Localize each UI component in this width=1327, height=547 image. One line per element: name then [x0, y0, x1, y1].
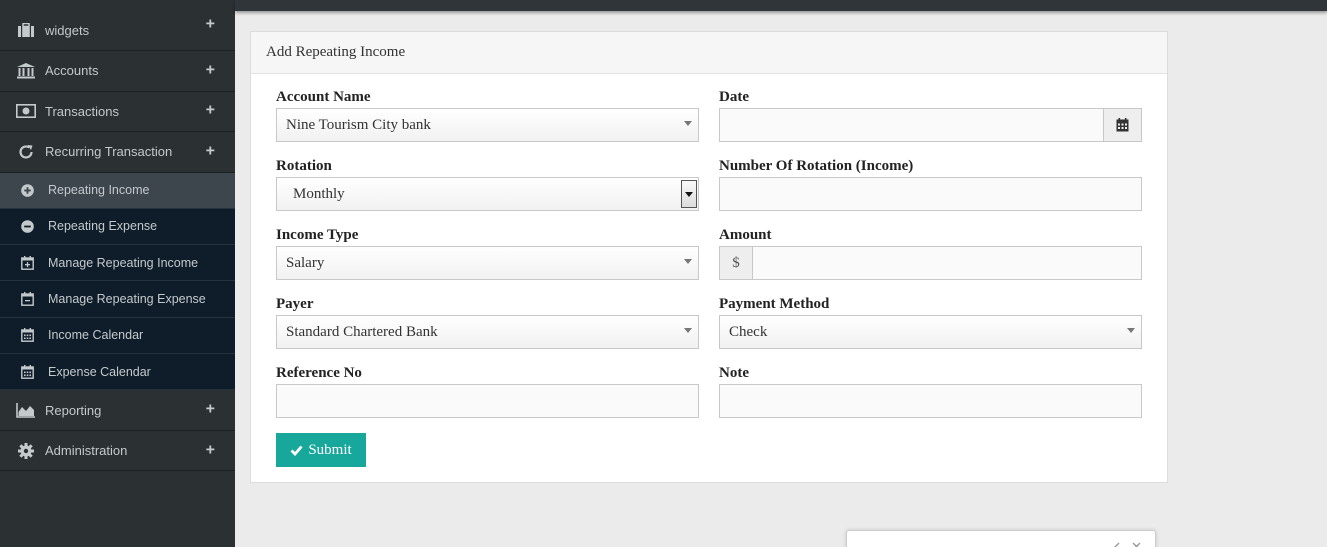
account-name-label: Account Name: [276, 89, 371, 105]
gear-icon: [15, 442, 37, 459]
money-icon: [15, 103, 37, 119]
calendar-icon: [19, 364, 35, 379]
bank-icon: [15, 62, 37, 79]
calendar-button[interactable]: [1103, 109, 1141, 141]
sidebar-item-label: Accounts: [45, 63, 99, 79]
calendar-icon: [1116, 118, 1129, 132]
payer-label: Payer: [276, 296, 314, 312]
sidebar-item-recurring-transaction[interactable]: Recurring Transaction +: [0, 132, 235, 173]
sidebar-subitem-manage-repeating-expense[interactable]: Manage Repeating Expense: [0, 281, 235, 318]
caret-down-icon: [684, 259, 692, 264]
expand-icon[interactable]: +: [206, 16, 215, 34]
add-repeating-income-panel: Add Repeating Income Account Name Nine T…: [250, 31, 1168, 483]
payer-select[interactable]: Standard Chartered Bank: [276, 315, 699, 349]
sidebar-subitem-repeating-expense[interactable]: Repeating Expense: [0, 208, 235, 246]
panel-title: Add Repeating Income: [251, 32, 1167, 74]
sidebar-subitem-income-calendar[interactable]: Income Calendar: [0, 317, 235, 354]
date-label: Date: [719, 89, 749, 105]
refresh-icon: [15, 144, 37, 160]
account-name-select[interactable]: Nine Tourism City bank: [276, 108, 699, 142]
floating-widget: [846, 530, 1156, 547]
payer-value: Standard Chartered Bank: [286, 323, 438, 340]
sidebar-subitem-label: Income Calendar: [48, 328, 144, 343]
plus-circle-icon: [19, 183, 35, 197]
note-input[interactable]: [719, 384, 1142, 418]
rotation-label: Rotation: [276, 158, 332, 174]
area-chart-icon: [15, 402, 37, 418]
payment-method-select[interactable]: Check: [719, 315, 1142, 349]
check-icon: [290, 445, 303, 456]
expand-icon[interactable]: +: [206, 142, 215, 160]
sidebar-subitem-label: Manage Repeating Expense: [48, 292, 206, 307]
calendar-icon: [19, 328, 35, 343]
amount-label: Amount: [719, 227, 772, 243]
rotation-select[interactable]: Monthly: [276, 177, 699, 211]
account-name-value: Nine Tourism City bank: [286, 116, 431, 133]
expand-icon[interactable]: +: [206, 401, 215, 419]
sidebar-subitem-label: Repeating Income: [48, 183, 150, 198]
payment-method-value: Check: [729, 323, 768, 340]
income-type-label: Income Type: [276, 227, 359, 243]
number-of-rotation-input[interactable]: [719, 177, 1142, 211]
expand-icon[interactable]: +: [206, 61, 215, 79]
income-type-value: Salary: [286, 254, 325, 271]
calendar-plus-icon: [19, 255, 35, 270]
payment-method-label: Payment Method: [719, 296, 830, 312]
amount-input[interactable]: $: [719, 246, 1142, 280]
income-type-select[interactable]: Salary: [276, 246, 699, 280]
minimize-icon[interactable]: [1111, 538, 1120, 547]
reference-no-label: Reference No: [276, 365, 362, 381]
briefcase-icon: [15, 22, 37, 38]
dropdown-button[interactable]: [681, 180, 697, 208]
sidebar-item-label: Recurring Transaction: [45, 144, 173, 160]
submit-button[interactable]: Submit: [276, 433, 366, 467]
close-icon[interactable]: [1132, 538, 1141, 547]
sidebar-subitem-label: Manage Repeating Income: [48, 255, 199, 270]
minus-circle-icon: [19, 219, 35, 233]
caret-down-icon: [684, 328, 692, 333]
caret-down-icon: [685, 191, 693, 197]
date-input[interactable]: [719, 108, 1142, 142]
expand-icon[interactable]: +: [206, 102, 215, 120]
sidebar-subitem-manage-repeating-income[interactable]: Manage Repeating Income: [0, 245, 235, 282]
note-label: Note: [719, 365, 749, 381]
sidebar-item-label: Reporting: [45, 402, 102, 418]
sidebar-item-label: Transactions: [45, 103, 119, 119]
sidebar-subitem-label: Expense Calendar: [48, 364, 151, 379]
number-of-rotation-label: Number Of Rotation (Income): [719, 158, 914, 174]
sidebar-subitem-repeating-income[interactable]: Repeating Income: [0, 172, 235, 209]
calendar-minus-icon: [19, 292, 35, 306]
caret-down-icon: [684, 121, 692, 126]
reference-no-input[interactable]: [276, 384, 699, 418]
sidebar-item-label: Administration: [45, 443, 128, 459]
sidebar-item-label: widgets: [45, 22, 90, 38]
sidebar: widgets + Accounts + Transactions + Recu…: [0, 0, 235, 547]
sidebar-item-transactions[interactable]: Transactions +: [0, 92, 235, 132]
sidebar-item-widgets[interactable]: widgets +: [0, 0, 235, 51]
caret-down-icon: [1127, 328, 1135, 333]
currency-addon: $: [720, 247, 753, 279]
sidebar-item-accounts[interactable]: Accounts +: [0, 51, 235, 92]
rotation-value: Monthly: [293, 185, 345, 202]
sidebar-item-reporting[interactable]: Reporting +: [0, 390, 235, 431]
sidebar-item-administration[interactable]: Administration +: [0, 431, 235, 472]
sidebar-subitem-label: Repeating Expense: [48, 219, 158, 234]
submit-label: Submit: [308, 441, 352, 458]
top-bar: [235, 0, 1327, 11]
expand-icon[interactable]: +: [206, 441, 215, 459]
sidebar-subitem-expense-calendar[interactable]: Expense Calendar: [0, 353, 235, 391]
